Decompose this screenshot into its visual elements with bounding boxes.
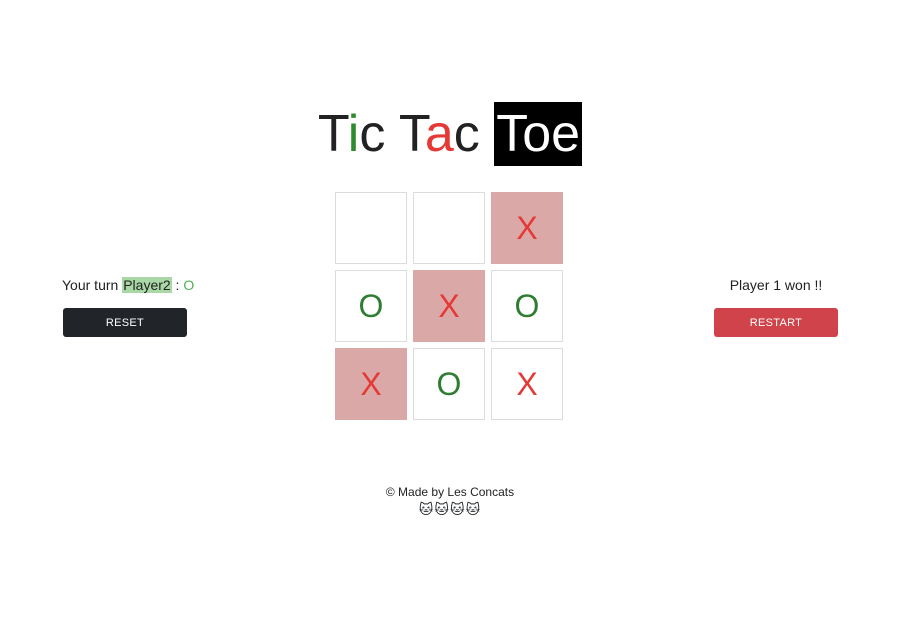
board-cell[interactable]: O [335, 270, 407, 342]
title-i: i [347, 105, 360, 163]
board-cell[interactable] [413, 192, 485, 264]
title-a: a [424, 105, 454, 163]
board-cell[interactable]: O [413, 348, 485, 420]
board-cell[interactable] [335, 192, 407, 264]
title-t2: T [398, 105, 425, 163]
game-status: Player 1 won !! [729, 277, 823, 293]
game-title: Tic Tac Toe [0, 102, 900, 166]
turn-prefix: Your turn [62, 277, 123, 293]
title-c2: c [453, 105, 495, 163]
cat-emoji-icons: 🐱🐱🐱🐱 [418, 501, 482, 517]
current-player: Player2 [122, 277, 172, 293]
title-t: T [317, 105, 348, 163]
title-toe: Toe [494, 102, 583, 166]
turn-indicator: Your turn Player2 : O [62, 276, 194, 294]
board-cell[interactable]: X [413, 270, 485, 342]
footer-credit: © Made by Les Concats [385, 485, 515, 499]
restart-button[interactable]: RESTART [714, 308, 838, 337]
board-cell[interactable]: X [491, 348, 563, 420]
reset-button[interactable]: RESET [63, 308, 187, 337]
game-board: X O X O X O X [335, 192, 563, 420]
turn-separator: : [171, 277, 184, 293]
board-cell[interactable]: O [491, 270, 563, 342]
current-mark: O [183, 277, 195, 293]
title-c: c [359, 105, 399, 163]
board-cell[interactable]: X [335, 348, 407, 420]
turn-panel: Your turn Player2 : O [62, 276, 194, 294]
board-cell[interactable]: X [491, 192, 563, 264]
